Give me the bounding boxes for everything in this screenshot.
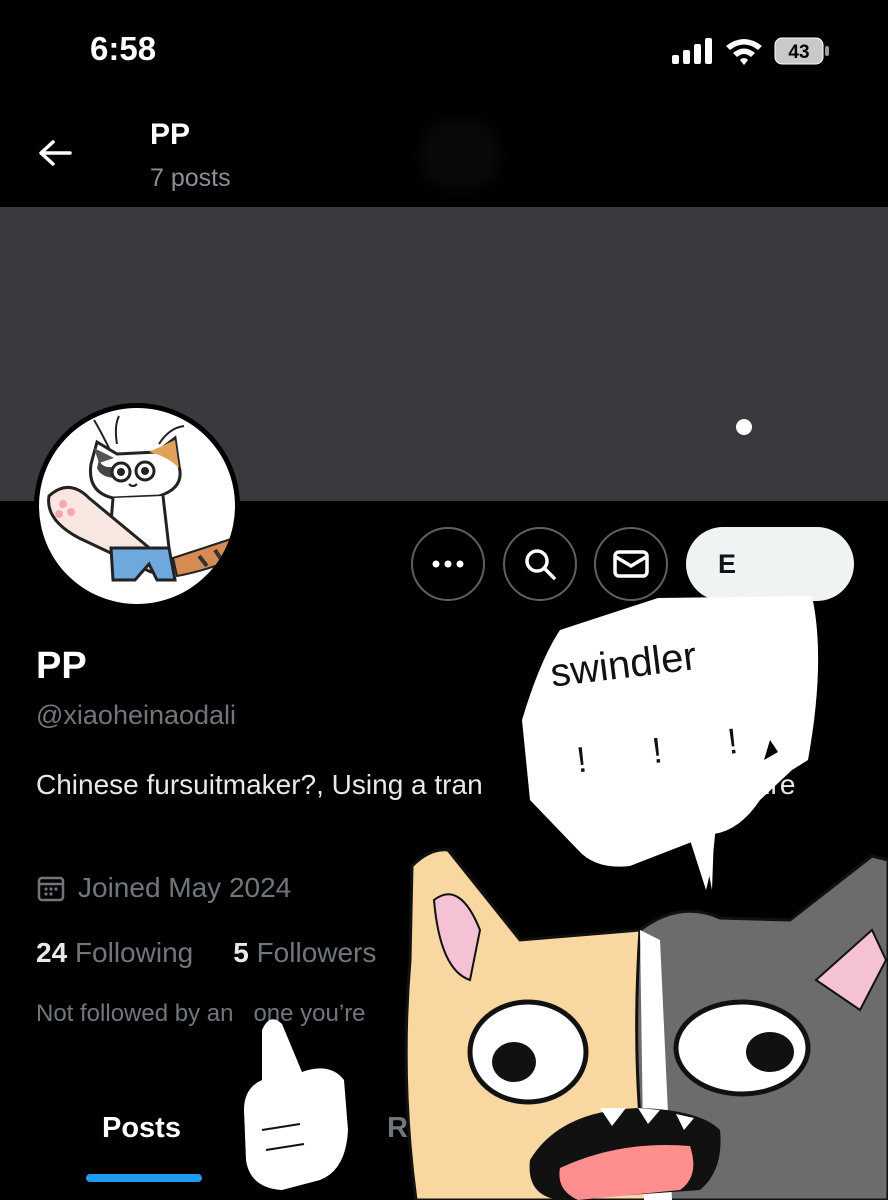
wifi-icon: [726, 39, 762, 65]
signal-icon: [672, 38, 712, 64]
header-title: PP: [150, 118, 191, 151]
joined-date: Joined May 2024: [36, 872, 291, 904]
followers-count: 5: [233, 937, 249, 968]
battery-level: 43: [788, 42, 809, 63]
follow-stats: 24 Following 5 Followers: [36, 937, 376, 969]
following-link[interactable]: 24 Following: [36, 937, 193, 969]
not-followed-text: Not followed by an one you’re: [36, 1000, 366, 1027]
edit-profile-button[interactable]: E: [686, 527, 854, 601]
profile-header: PP 7 posts: [0, 100, 888, 207]
followers-link[interactable]: 5 Followers: [233, 937, 376, 969]
search-icon: [525, 549, 556, 580]
more-icon: [432, 560, 464, 568]
calendar-icon: [37, 876, 65, 902]
tab-posts[interactable]: Posts: [102, 1112, 181, 1145]
more-button[interactable]: [411, 527, 485, 601]
followers-label: Followers: [256, 937, 377, 968]
header-blur: [420, 120, 500, 190]
banner-dot: [736, 419, 752, 435]
profile-tabs: Posts Re: [0, 1090, 888, 1200]
status-bar: 6:58 43: [0, 0, 888, 100]
joined-text: Joined May 2024: [78, 872, 292, 903]
header-post-count: 7 posts: [150, 164, 231, 192]
search-button[interactable]: [503, 527, 577, 601]
battery-icon: 43: [774, 37, 830, 65]
avatar[interactable]: [34, 403, 240, 609]
arrow-left-icon: [39, 140, 72, 166]
tab-active-indicator: [86, 1174, 202, 1182]
tab-replies[interactable]: Re: [387, 1112, 424, 1145]
envelope-icon: [613, 550, 649, 578]
following-label: Following: [74, 937, 194, 968]
sticker-swindler-text: swindler: [548, 634, 699, 696]
profile-handle: @xiaoheinaodali: [36, 700, 237, 730]
status-time: 6:58: [90, 30, 157, 67]
following-count: 24: [36, 937, 68, 968]
profile-bio: Chinese fursuitmaker?, Using a tran sion…: [36, 769, 796, 800]
back-button[interactable]: [30, 130, 80, 176]
cat-avatar-illustration: [47, 415, 235, 582]
message-button[interactable]: [594, 527, 668, 601]
profile-name: PP: [36, 645, 87, 687]
